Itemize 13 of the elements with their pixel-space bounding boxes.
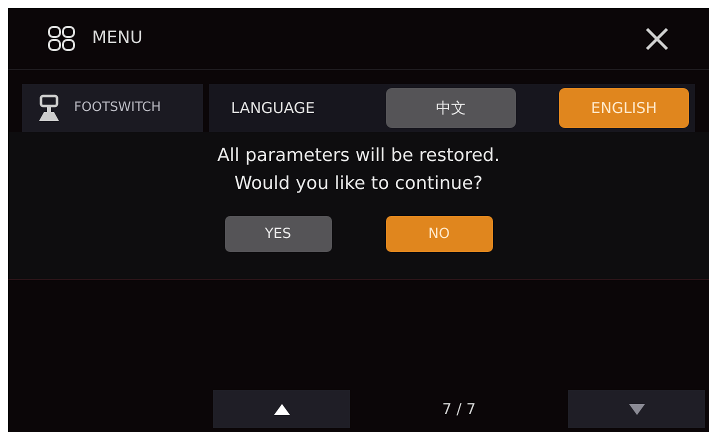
footswitch-tab[interactable]: FOOTSWITCH [22, 84, 203, 132]
menu-grid-icon[interactable] [48, 26, 76, 52]
menu-title: MENU [92, 26, 143, 50]
down-triangle-icon [628, 404, 644, 414]
language-label: LANGUAGE [231, 98, 316, 119]
language-option[interactable]: 中文 [386, 88, 516, 128]
dialog-button[interactable]: YES [224, 216, 332, 252]
footswitch-icon [36, 94, 62, 122]
dialog-message: All parameters will be restored. [217, 144, 500, 168]
up-triangle-icon [274, 404, 290, 414]
close-icon[interactable] [645, 26, 669, 50]
dialog-message: Would you like to continue? [234, 172, 483, 196]
page-indicator: 7 / 7 [441, 398, 477, 420]
